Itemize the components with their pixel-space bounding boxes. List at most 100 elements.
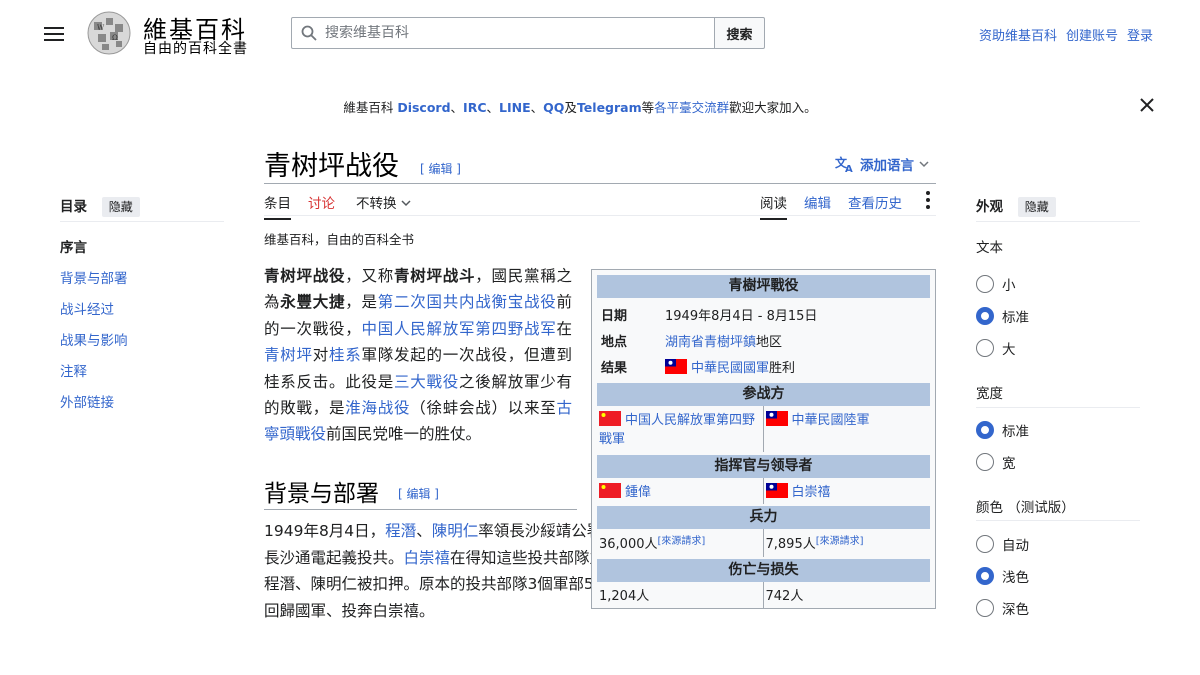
bai-chongxi-link[interactable]: 白崇禧 (404, 549, 451, 567)
belligerents-heading: 参战方 (597, 383, 930, 406)
huaihai-link[interactable]: 淮海战役 (345, 399, 410, 417)
main-menu-icon[interactable] (44, 24, 64, 42)
toc-divider (60, 221, 224, 222)
width-divider (976, 407, 1140, 408)
telegram-link[interactable]: Telegram (577, 100, 642, 115)
login-link[interactable]: 登录 (1127, 25, 1153, 44)
svg-text:W: W (97, 24, 105, 32)
page-title: 青树坪战役 (264, 151, 399, 182)
section-heading: 背景与部署 (264, 481, 379, 507)
citation-needed-link[interactable]: [來源請求] (816, 536, 864, 547)
qingshuping-link[interactable]: 青树坪 (264, 346, 313, 364)
add-language-button[interactable]: 文 A 添加语言 (835, 154, 929, 174)
roc-flag-icon (765, 483, 788, 498)
search-input[interactable] (325, 25, 705, 41)
color-label: 颜色 （测试版） (976, 500, 1075, 516)
color-light-radio[interactable]: 浅色 (976, 566, 1029, 586)
group-link[interactable]: 各平臺交流群 (654, 100, 729, 115)
more-actions-icon[interactable] (926, 191, 930, 209)
text-size-small-radio[interactable]: 小 (976, 274, 1016, 294)
casualties-heading: 伤亡与损失 (597, 559, 930, 582)
color-divider (976, 520, 1140, 521)
width-label: 宽度 (976, 386, 1003, 402)
appearance-divider (976, 221, 1140, 222)
discord-link[interactable]: Discord (397, 100, 450, 115)
translate-icon: 文 A (835, 155, 853, 173)
svg-text:Ω: Ω (112, 34, 118, 42)
toc-hide-button[interactable]: 隐藏 (101, 197, 140, 217)
irc-link[interactable]: IRC (463, 100, 486, 115)
section-divider (264, 509, 577, 510)
create-account-link[interactable]: 创建账号 (1066, 25, 1118, 44)
width-standard-radio[interactable]: 标准 (976, 420, 1029, 440)
pla-4th-army-link[interactable]: 中国人民解放军第四野战军 (362, 320, 557, 338)
lead-paragraph: 青树坪战役，又称青树坪战斗，國民黨稱之為永豐大捷，是第二次国共内战衡宝战役前的一… (264, 267, 572, 444)
appearance-heading: 外观 隐藏 (976, 195, 1056, 217)
infobox-result-row: 结果 中華民國國軍胜利 (601, 358, 796, 376)
toc-item-battle[interactable]: 战斗经过 (60, 298, 114, 318)
color-auto-radio[interactable]: 自动 (976, 534, 1029, 554)
color-dark-radio[interactable]: 深色 (976, 598, 1029, 618)
tagline: 自由的百科全書 (143, 41, 248, 57)
site-subtitle: 维基百科，自由的百科全书 (264, 232, 415, 247)
donate-link[interactable]: 资助维基百科 (979, 25, 1057, 44)
chen-mingren-link[interactable]: 陳明仁 (432, 522, 479, 540)
text-size-label: 文本 (976, 240, 1003, 256)
roc-flag-icon (765, 411, 788, 426)
toc-item-intro[interactable]: 序言 (60, 236, 87, 256)
wikipedia-globe-logo[interactable]: W Ω (84, 10, 134, 56)
roc-flag-icon (665, 358, 687, 374)
zhong-wei-link[interactable]: 鍾偉 (625, 485, 651, 500)
search-button[interactable]: 搜索 (714, 17, 765, 49)
tab-variant[interactable]: 不转换 (356, 192, 411, 212)
toc-item-external-links[interactable]: 外部链接 (60, 391, 114, 411)
user-links: 资助维基百科 创建账号 登录 (979, 25, 1153, 44)
infobox: 青樹坪戰役 日期 1949年8月4日 - 8月15日 地点 湖南省青樹坪鎮地区 … (591, 269, 936, 609)
svg-text:A: A (845, 164, 853, 173)
roc-army-link[interactable]: 中華民國陸軍 (792, 413, 870, 428)
three-campaigns-link[interactable]: 三大戰役 (394, 373, 459, 391)
cheng-qian-link[interactable]: 程潛 (385, 522, 416, 540)
title-divider (264, 183, 936, 184)
casualties-row: 1,204人 742人 (597, 582, 930, 608)
infobox-title: 青樹坪戰役 (597, 275, 930, 298)
toc-item-notes[interactable]: 注释 (60, 360, 87, 380)
search-box[interactable] (291, 17, 715, 49)
citation-needed-link[interactable]: [來源請求] (658, 536, 706, 547)
width-wide-radio[interactable]: 宽 (976, 452, 1016, 472)
commanders-row: 鍾偉 白崇禧 (597, 478, 930, 504)
infobox-place-row: 地点 湖南省青樹坪鎮地区 (601, 334, 783, 350)
tab-talk[interactable]: 讨论 (308, 192, 335, 212)
toc-heading: 目录 隐藏 (60, 195, 140, 217)
site-notice: 維基百科 Discord、IRC、LINE、QQ及Telegram等各平臺交流群… (343, 100, 817, 115)
commanders-heading: 指挥官与领导者 (597, 455, 930, 478)
place-link[interactable]: 湖南省青樹坪鎮 (665, 335, 756, 350)
prc-flag-icon (599, 411, 621, 426)
appearance-hide-button[interactable]: 隐藏 (1017, 197, 1056, 217)
tab-history[interactable]: 查看历史 (848, 192, 902, 212)
pla-link[interactable]: 中国人民解放軍第四野戰軍 (599, 413, 755, 447)
prc-flag-icon (599, 483, 621, 498)
hengbao-link[interactable]: 第二次国共内战衡宝战役 (378, 293, 557, 311)
text-size-large-radio[interactable]: 大 (976, 338, 1016, 358)
strength-heading: 兵力 (597, 506, 930, 529)
chevron-down-icon (919, 161, 929, 168)
qq-link[interactable]: QQ (543, 100, 564, 115)
infobox-date-row: 日期 1949年8月4日 - 8月15日 (601, 308, 818, 324)
roc-army-link[interactable]: 中華民國國軍 (691, 361, 769, 376)
strength-row: 36,000人[來源請求] 7,895人[來源請求] (597, 529, 930, 557)
text-size-standard-radio[interactable]: 标准 (976, 306, 1029, 326)
line-link[interactable]: LINE (499, 100, 531, 115)
bai-chongxi-link[interactable]: 白崇禧 (792, 485, 831, 500)
guangxi-clique-link[interactable]: 桂系 (329, 346, 362, 364)
belligerents-row: 中国人民解放軍第四野戰軍 中華民國陸軍 (597, 406, 930, 452)
tabs-divider (264, 215, 936, 216)
close-icon[interactable] (1138, 96, 1156, 114)
tab-edit[interactable]: 编辑 (804, 192, 831, 212)
search-icon (301, 25, 317, 41)
chevron-down-icon (401, 200, 411, 207)
section-edit-link[interactable]: [ 编辑 ] (398, 485, 439, 502)
toc-item-background[interactable]: 背景与部署 (60, 267, 128, 287)
toc-item-results[interactable]: 战果与影响 (60, 329, 128, 349)
title-edit-link[interactable]: [ 编辑 ] (420, 160, 461, 177)
